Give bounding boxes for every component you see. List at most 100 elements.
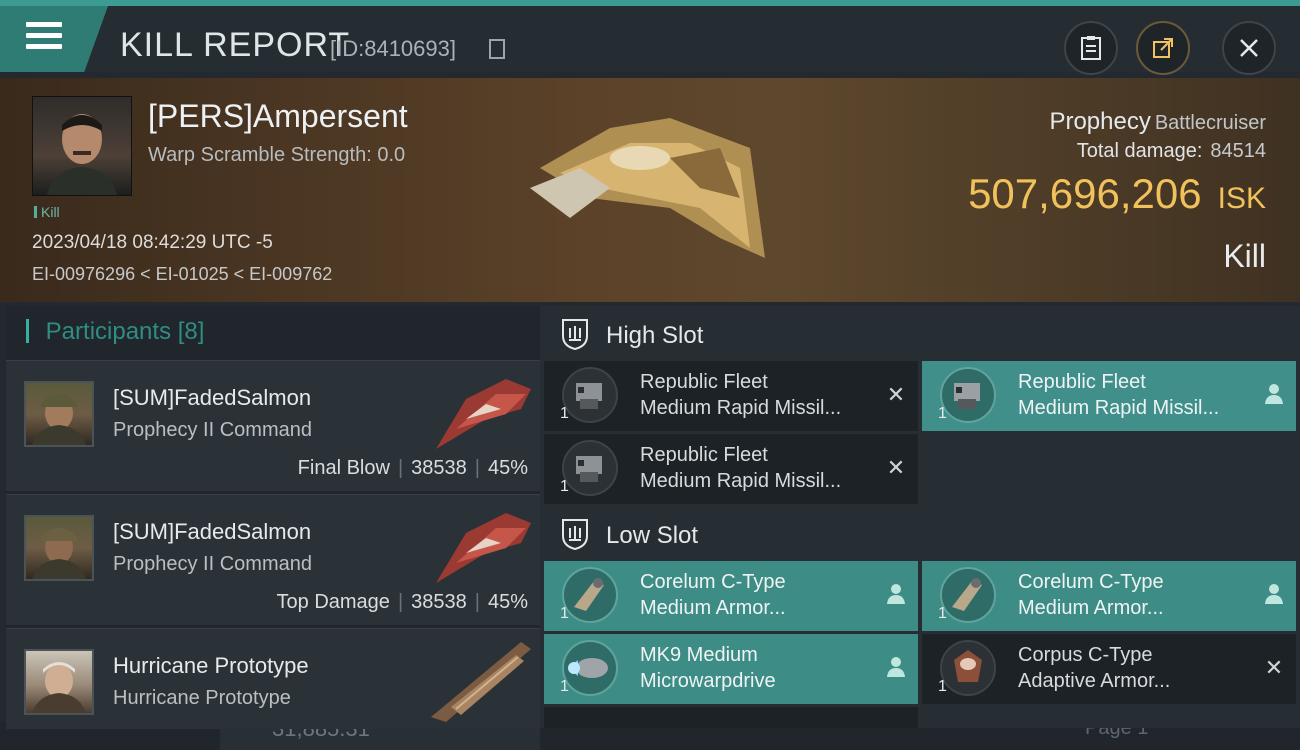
participants-title: Participants	[45, 318, 172, 345]
module-quantity: 1	[560, 605, 569, 622]
clipboard-icon	[1081, 36, 1101, 60]
participant-damage: 38538	[411, 591, 467, 613]
victim-ship-name[interactable]: Prophecy	[1049, 108, 1150, 135]
participant-ship-image[interactable]	[426, 637, 536, 722]
high-slot-icon	[562, 319, 588, 350]
participant-stats: Final Blow | 38538 | 45%	[297, 457, 528, 479]
missile-launcher-icon	[562, 440, 618, 496]
high-slot-header: High Slot	[560, 318, 703, 350]
module-quantity: 1	[560, 405, 569, 422]
page-title: KILL REPORT	[120, 26, 351, 64]
participant-role: Final Blow	[297, 457, 390, 479]
module-name-line1: Corpus C-Type	[1018, 644, 1153, 666]
participant-percent: 45%	[487, 591, 528, 613]
participant-name[interactable]: [SUM]FadedSalmon	[113, 385, 311, 411]
module-name-line2: Adaptive Armor...	[1018, 670, 1171, 692]
victim-banner: [PERS]Ampersent Warp Scramble Strength: …	[0, 78, 1300, 302]
missile-launcher-icon	[562, 367, 618, 423]
module-name-line1: MK9 Medium	[640, 644, 758, 666]
module-item[interactable]: 1 Republic Fleet Medium Rapid Missil... …	[544, 361, 918, 431]
module-item[interactable]: 1 MK9 Medium Microwarpdrive	[544, 634, 918, 704]
close-button[interactable]	[1222, 21, 1276, 75]
isk-value: 507,696,206 ISK	[968, 170, 1266, 218]
participant-row[interactable]: [SUM]FadedSalmon Prophecy II Command Fin…	[6, 360, 540, 491]
module-name-line2: Medium Armor...	[1018, 597, 1164, 619]
module-name-line1: Republic Fleet	[1018, 371, 1146, 393]
module-item-partial[interactable]	[544, 707, 918, 728]
clipboard-button[interactable]	[1064, 21, 1118, 75]
high-slot-title: High Slot	[606, 322, 704, 349]
copy-id-icon[interactable]	[489, 39, 505, 59]
module-name-line2: Medium Rapid Missil...	[1018, 397, 1220, 419]
result-label: Kill	[1223, 238, 1266, 274]
isk-amount: 507,696,206	[968, 170, 1202, 217]
module-quantity: 1	[938, 405, 947, 422]
module-item[interactable]: 1 Corelum C-Type Medium Armor...	[922, 561, 1296, 631]
dropped-icon	[884, 583, 908, 607]
participant-role: Top Damage	[276, 591, 390, 613]
victim-ship-line: Prophecy Battlecruiser	[1049, 108, 1266, 136]
participant-name[interactable]: [SUM]FadedSalmon	[113, 519, 311, 545]
menu-button[interactable]	[0, 6, 108, 72]
participant-damage: 38538	[411, 457, 467, 479]
participant-ship-image[interactable]	[426, 503, 536, 588]
adaptive-armor-icon	[940, 640, 996, 696]
close-icon	[1240, 39, 1258, 57]
module-item[interactable]: 1 Corpus C-Type Adaptive Armor... ✕	[922, 634, 1296, 704]
participant-row[interactable]: [SUM]FadedSalmon Prophecy II Command Top…	[6, 494, 540, 625]
participant-name[interactable]: Hurricane Prototype	[113, 653, 309, 679]
participants-count: [8]	[177, 318, 205, 345]
dropped-icon	[1262, 583, 1286, 607]
module-item[interactable]: 1 Corelum C-Type Medium Armor...	[544, 561, 918, 631]
share-icon	[1153, 38, 1173, 58]
missile-launcher-icon	[940, 367, 996, 423]
participant-ship: Prophecy II Command	[113, 553, 312, 575]
module-item[interactable]: 1 Republic Fleet Medium Rapid Missil...	[922, 361, 1296, 431]
dropped-icon	[884, 656, 908, 680]
kill-tag: Kill	[34, 204, 60, 220]
module-name-line2: Medium Rapid Missil...	[640, 397, 842, 419]
total-damage-label: Total damage:	[1076, 140, 1203, 162]
dropped-icon	[1262, 383, 1286, 407]
share-button[interactable]	[1136, 21, 1190, 75]
participants-panel: Participants [8] [SUM]FadedSalmon Prophe…	[6, 306, 540, 729]
module-quantity: 1	[560, 678, 569, 695]
victim-ship-class: Battlecruiser	[1154, 112, 1266, 134]
participant-stats: Top Damage | 38538 | 45%	[276, 591, 528, 613]
module-quantity: 1	[560, 478, 569, 495]
module-item[interactable]: 1 Republic Fleet Medium Rapid Missil... …	[544, 434, 918, 504]
armor-repairer-icon	[562, 567, 618, 623]
victim-ship-image[interactable]	[520, 88, 770, 288]
low-slot-icon	[562, 519, 588, 550]
participant-ship: Hurricane Prototype	[113, 687, 291, 709]
low-slot-header: Low Slot	[560, 518, 698, 550]
participant-ship-image[interactable]	[426, 369, 536, 454]
participant-avatar[interactable]	[24, 381, 94, 447]
report-id: [ID:8410693]	[330, 36, 456, 61]
participants-header: Participants [8]	[26, 318, 205, 346]
participant-avatar[interactable]	[24, 649, 94, 715]
participant-percent: 45%	[487, 457, 528, 479]
hamburger-icon	[26, 22, 62, 50]
kill-datetime: 2023/04/18 08:42:29 UTC -5	[32, 232, 273, 253]
total-damage: Total damage: 84514	[1077, 140, 1266, 163]
module-name-line2: Medium Armor...	[640, 597, 786, 619]
module-quantity: 1	[938, 605, 947, 622]
low-slot-title: Low Slot	[606, 522, 699, 549]
isk-unit: ISK	[1217, 182, 1266, 215]
module-name-line1: Corelum C-Type	[640, 571, 786, 593]
destroyed-icon: ✕	[886, 455, 906, 480]
system-route: EI-00976296 < EI-01025 < EI-009762	[32, 264, 333, 284]
module-name-line1: Republic Fleet	[640, 371, 768, 393]
victim-portrait[interactable]	[32, 96, 132, 196]
module-name-line2: Medium Rapid Missil...	[640, 470, 842, 492]
warp-scramble-strength: Warp Scramble Strength: 0.0	[148, 144, 406, 166]
participant-avatar[interactable]	[24, 515, 94, 581]
module-quantity: 1	[938, 678, 947, 695]
modules-panel: High Slot 1 Republic Fleet Medium Rapid …	[540, 306, 1300, 728]
module-name-line1: Corelum C-Type	[1018, 571, 1164, 593]
participant-row[interactable]: Hurricane Prototype Hurricane Prototype	[6, 628, 540, 729]
header-bar: KILL REPORT [ID:8410693]	[0, 6, 1300, 75]
victim-name[interactable]: [PERS]Ampersent	[148, 98, 408, 135]
kill-report-window: KILL REPORT [ID:8410693] [PERS]Ampersent…	[0, 0, 1300, 729]
